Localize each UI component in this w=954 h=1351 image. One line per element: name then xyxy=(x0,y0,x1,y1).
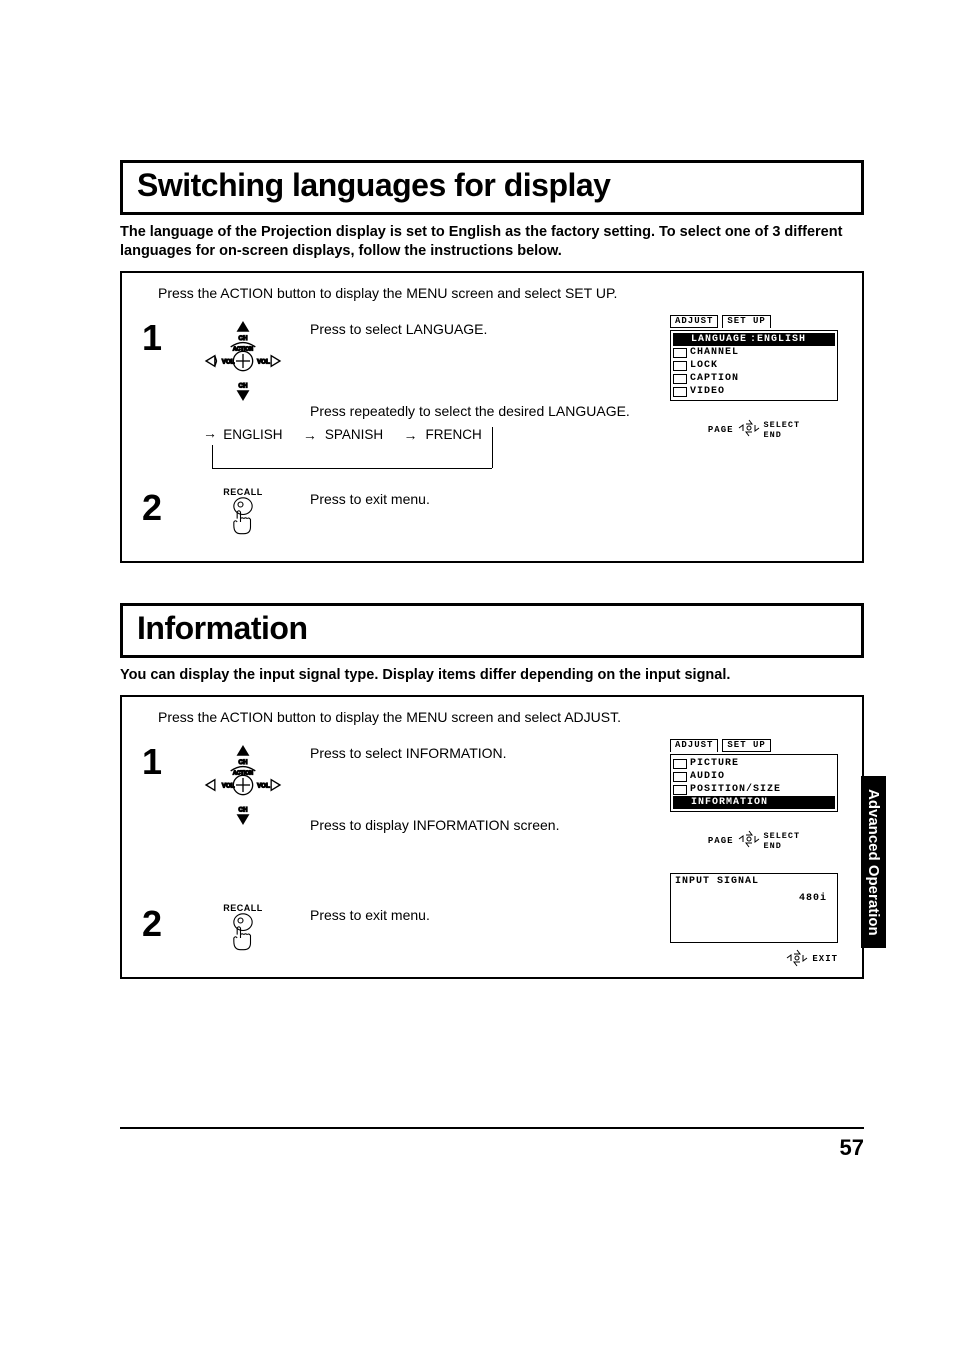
menu-icon xyxy=(673,374,687,384)
step-number-2b: 2 xyxy=(142,903,176,945)
instruction-preline: Press the ACTION button to display the M… xyxy=(142,285,844,301)
input-signal-value: 480i xyxy=(675,893,833,904)
recall-button-icon xyxy=(226,497,260,539)
osd-setup-preview: ADJUST SET UP LANGUAGE:ENGLISH CHANNEL L… xyxy=(670,315,838,442)
menu-icon xyxy=(673,772,687,782)
menu-icon xyxy=(673,387,687,397)
osd-tab-adjust: ADJUST xyxy=(670,315,718,329)
svg-text:VOL: VOL xyxy=(257,358,270,365)
page-number: 57 xyxy=(840,1135,864,1161)
osd-footer-end-2: END xyxy=(764,842,801,851)
osd-row-language: LANGUAGE xyxy=(691,333,747,346)
instruction-box-2: Press the ACTION button to display the M… xyxy=(120,695,864,979)
step2-text: Press to exit menu. xyxy=(310,491,844,507)
section-intro: The language of the Projection display i… xyxy=(120,223,864,261)
osd-footer-page: PAGE xyxy=(708,425,734,437)
menu-icon xyxy=(673,759,687,769)
menu-icon xyxy=(674,335,688,345)
nav-pad-icon: CH ACTION VOL VOL CH xyxy=(188,317,298,405)
recall-button-icon xyxy=(226,913,260,955)
nav-cross-icon xyxy=(738,419,760,442)
menu-icon xyxy=(673,361,687,371)
nav-cross-icon xyxy=(786,949,808,970)
side-tab-advanced-operation: Advanced Operation xyxy=(861,776,886,948)
nav-cross-icon xyxy=(738,830,760,853)
section-intro-2: You can display the input signal type. D… xyxy=(120,666,864,685)
osd-adjust-preview: ADJUST SET UP PICTURE AUDIO POSITION/SIZ… xyxy=(670,739,838,970)
svg-text:CH: CH xyxy=(239,335,248,342)
osd-row-caption: CAPTION xyxy=(690,372,739,385)
osd-tab-setup-2: SET UP xyxy=(722,739,770,753)
instruction-preline-2: Press the ACTION button to display the M… xyxy=(142,709,844,725)
language-cycle-diagram: → ENGLISH SPANISH FRENCH xyxy=(212,445,492,469)
osd-input-signal: INPUT SIGNAL 480i EXIT xyxy=(670,873,838,970)
section-title-box: Switching languages for display xyxy=(120,160,864,215)
osd-row-channel: CHANNEL xyxy=(690,346,739,359)
step-number-1b: 1 xyxy=(142,741,176,783)
menu-icon xyxy=(674,798,688,808)
recall-label-2: RECALL xyxy=(223,903,263,913)
footer-rule xyxy=(120,1127,864,1129)
osd-footer-end: END xyxy=(764,431,801,440)
osd-row-picture: PICTURE xyxy=(690,757,739,770)
osd-tab-adjust-2: ADJUST xyxy=(670,739,718,753)
osd-row-language-value: :ENGLISH xyxy=(750,333,806,346)
instruction-box-1: Press the ACTION button to display the M… xyxy=(120,271,864,563)
svg-text:VOL: VOL xyxy=(257,782,270,789)
step-number-1: 1 xyxy=(142,317,176,359)
osd-row-lock: LOCK xyxy=(690,359,718,372)
osd-footer-page-2: PAGE xyxy=(708,836,734,848)
osd-row-position: POSITION/SIZE xyxy=(690,783,781,796)
osd-row-audio: AUDIO xyxy=(690,770,725,783)
nav-pad-icon: CH ACTION VOL VOL CH xyxy=(188,741,298,829)
recall-label: RECALL xyxy=(223,487,263,497)
osd-row-information: INFORMATION xyxy=(691,796,768,809)
osd-row-video: VIDEO xyxy=(690,385,725,398)
menu-icon xyxy=(673,348,687,358)
step-number-2: 2 xyxy=(142,487,176,529)
cycle-french: FRENCH xyxy=(404,427,482,443)
svg-text:CH: CH xyxy=(239,382,248,389)
svg-text:CH: CH xyxy=(239,758,248,765)
input-signal-exit: EXIT xyxy=(812,954,838,964)
cycle-english: ENGLISH xyxy=(223,427,282,443)
section-title-2: Information xyxy=(137,610,847,647)
cycle-spanish: SPANISH xyxy=(303,427,383,443)
osd-tab-setup: SET UP xyxy=(722,315,770,329)
section-title-box-2: Information xyxy=(120,603,864,658)
svg-text:CH: CH xyxy=(239,806,248,813)
input-signal-title: INPUT SIGNAL xyxy=(675,876,833,887)
menu-icon xyxy=(673,785,687,795)
section-title: Switching languages for display xyxy=(137,167,847,204)
